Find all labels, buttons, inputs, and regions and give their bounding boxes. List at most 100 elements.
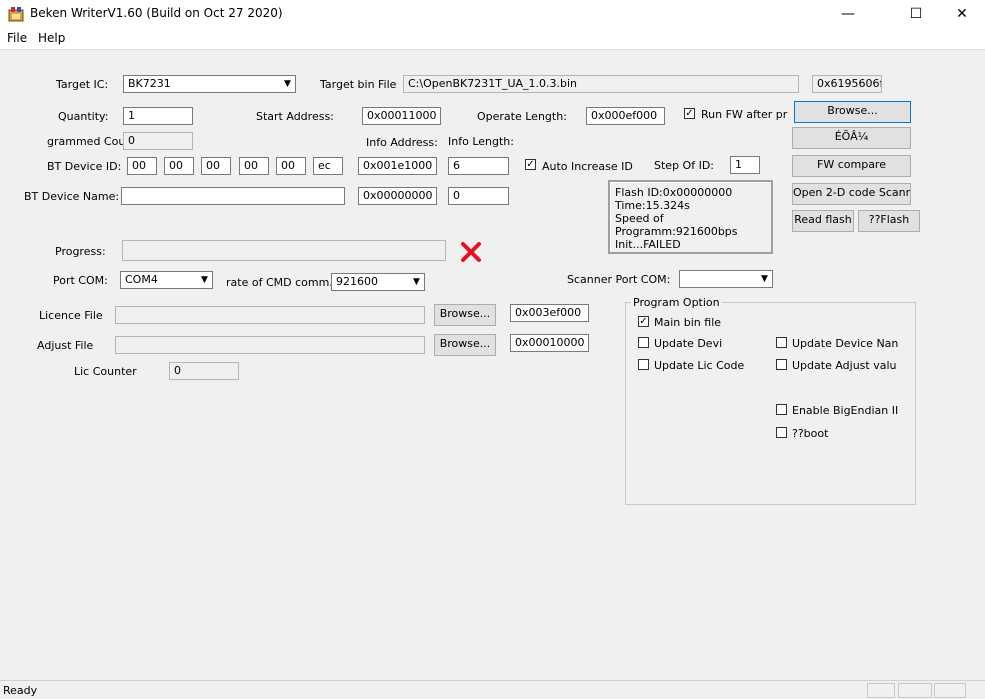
status-panel [867, 683, 895, 698]
maximize-button[interactable]: ☐ [893, 0, 939, 29]
bt-id-byte-1[interactable]: 00 [127, 157, 157, 175]
program-option-title: Program Option [631, 296, 722, 309]
quantity-input[interactable]: 1 [123, 107, 193, 125]
scanner-port-select[interactable]: ▼ [679, 270, 773, 288]
adjust-file-field[interactable] [115, 336, 425, 354]
target-ic-select[interactable]: BK7231 ▼ [123, 75, 296, 93]
fw-compare-button[interactable]: FW compare [792, 155, 911, 177]
read-flash-button[interactable]: Read flash [792, 210, 854, 232]
update-adjust-label: Update Adjust valu [792, 359, 897, 372]
info-address-label: Info Address: [366, 136, 438, 149]
update-adjust-checkbox[interactable] [776, 359, 787, 370]
progress-label: Progress: [55, 245, 106, 258]
info-length-input[interactable]: 6 [448, 157, 509, 175]
close-button[interactable]: ✕ [939, 0, 985, 29]
bt-device-id-label: BT Device ID: [47, 160, 122, 173]
window-title: Beken WriterV1.60 (Build on Oct 27 2020) [30, 6, 283, 20]
start-address-input[interactable]: 0x00011000 [362, 107, 441, 125]
port-com-select[interactable]: COM4 ▼ [120, 271, 213, 289]
step-of-id-label: Step Of ID: [654, 159, 714, 172]
auto-increase-checkbox[interactable]: ✓ [525, 159, 536, 170]
status-text: Ready [3, 684, 38, 697]
menu-help[interactable]: Help [38, 31, 65, 45]
big-endian-checkbox[interactable] [776, 404, 787, 415]
chevron-down-icon: ▼ [756, 271, 772, 287]
target-ic-value: BK7231 [128, 77, 171, 90]
main-bin-checkbox[interactable]: ✓ [638, 316, 649, 327]
name-address-input[interactable]: 0x00000000 [358, 187, 437, 205]
qq-boot-checkbox[interactable] [776, 427, 787, 438]
update-device-name-label: Update Device Nan [792, 337, 899, 350]
garbled-button[interactable]: ÉÕÂ¼ [792, 127, 911, 149]
step-of-id-input[interactable]: 1 [730, 156, 760, 174]
update-devi-label: Update Devi [654, 337, 723, 350]
bt-id-byte-5[interactable]: 00 [276, 157, 306, 175]
bt-device-name-label: BT Device Name: [24, 190, 120, 203]
chevron-down-icon: ▼ [408, 274, 424, 290]
menu-file[interactable]: File [7, 31, 27, 45]
licence-file-label: Licence File [39, 309, 103, 322]
status-panel [934, 683, 966, 698]
target-bin-crc: 0x6195606f [812, 75, 882, 93]
status-bar: Ready [0, 680, 985, 699]
status-panel [898, 683, 932, 698]
open-scanner-button[interactable]: Open 2-D code Scanner [792, 183, 911, 205]
licence-address-input[interactable]: 0x003ef000 [510, 304, 589, 322]
browse-adjust-button[interactable]: Browse... [434, 334, 496, 356]
bt-id-byte-2[interactable]: 00 [164, 157, 194, 175]
start-address-label: Start Address: [256, 110, 334, 123]
bt-id-byte-4[interactable]: 00 [239, 157, 269, 175]
operate-length-label: Operate Length: [477, 110, 567, 123]
info-length-label: Info Length: [448, 135, 514, 148]
baud-label: rate of CMD comm. [226, 276, 333, 289]
log-line: Time:15.324s [615, 199, 690, 212]
browse-main-button[interactable]: Browse... [794, 101, 911, 123]
target-ic-label: Target IC: [56, 78, 109, 91]
info-address-input[interactable]: 0x001e1000 [358, 157, 437, 175]
log-box: Flash ID:0x00000000 Time:15.324s Speed o… [608, 180, 773, 254]
update-lic-code-checkbox[interactable] [638, 359, 649, 370]
port-com-value: COM4 [125, 273, 158, 286]
chevron-down-icon: ▼ [196, 272, 212, 288]
run-fw-label: Run FW after pr [701, 108, 788, 121]
menu-bar: File Help [0, 29, 985, 50]
log-line: Flash ID:0x00000000 [615, 186, 733, 199]
programmed-count-field: 0 [123, 132, 193, 150]
main-bin-label: Main bin file [654, 316, 722, 329]
scanner-port-label: Scanner Port COM: [567, 273, 671, 286]
lic-counter-field: 0 [169, 362, 239, 380]
update-device-name-checkbox[interactable] [776, 337, 787, 348]
big-endian-label: Enable BigEndian II [792, 404, 899, 417]
target-bin-label: Target bin File [320, 78, 397, 91]
qq-flash-button[interactable]: ??Flash [858, 210, 920, 232]
lic-counter-label: Lic Counter [74, 365, 137, 378]
bt-device-name-input[interactable] [121, 187, 345, 205]
baud-value: 921600 [336, 275, 378, 288]
adjust-file-label: Adjust File [37, 339, 94, 352]
baud-select[interactable]: 921600 ▼ [331, 273, 425, 291]
adjust-address-input[interactable]: 0x00010000 [510, 334, 589, 352]
name-length-input[interactable]: 0 [448, 187, 509, 205]
bt-id-byte-6[interactable]: ec [313, 157, 343, 175]
app-icon [8, 6, 24, 22]
update-devi-checkbox[interactable] [638, 337, 649, 348]
target-bin-field[interactable]: C:\OpenBK7231T_UA_1.0.3.bin [403, 75, 799, 93]
minimize-button[interactable]: — [825, 0, 871, 29]
quantity-label: Quantity: [58, 110, 109, 123]
title-bar: Beken WriterV1.60 (Build on Oct 27 2020)… [0, 0, 985, 29]
bt-id-byte-3[interactable]: 00 [201, 157, 231, 175]
progress-bar [122, 240, 446, 261]
run-fw-checkbox[interactable]: ✓ [684, 108, 695, 119]
port-com-label: Port COM: [53, 274, 108, 287]
auto-increase-label: Auto Increase ID [542, 160, 633, 173]
operate-length-input[interactable]: 0x000ef000 [586, 107, 665, 125]
licence-file-field[interactable] [115, 306, 425, 324]
fail-x-icon [460, 241, 482, 263]
update-lic-code-label: Update Lic Code [654, 359, 745, 372]
browse-licence-button[interactable]: Browse... [434, 304, 496, 326]
log-line: Init...FAILED [615, 238, 681, 251]
chevron-down-icon: ▼ [279, 76, 295, 92]
log-line: Speed of Programm:921600bps [615, 212, 738, 238]
programmed-count-label: grammed Cour [47, 135, 130, 148]
qq-boot-label: ??boot [792, 427, 829, 440]
